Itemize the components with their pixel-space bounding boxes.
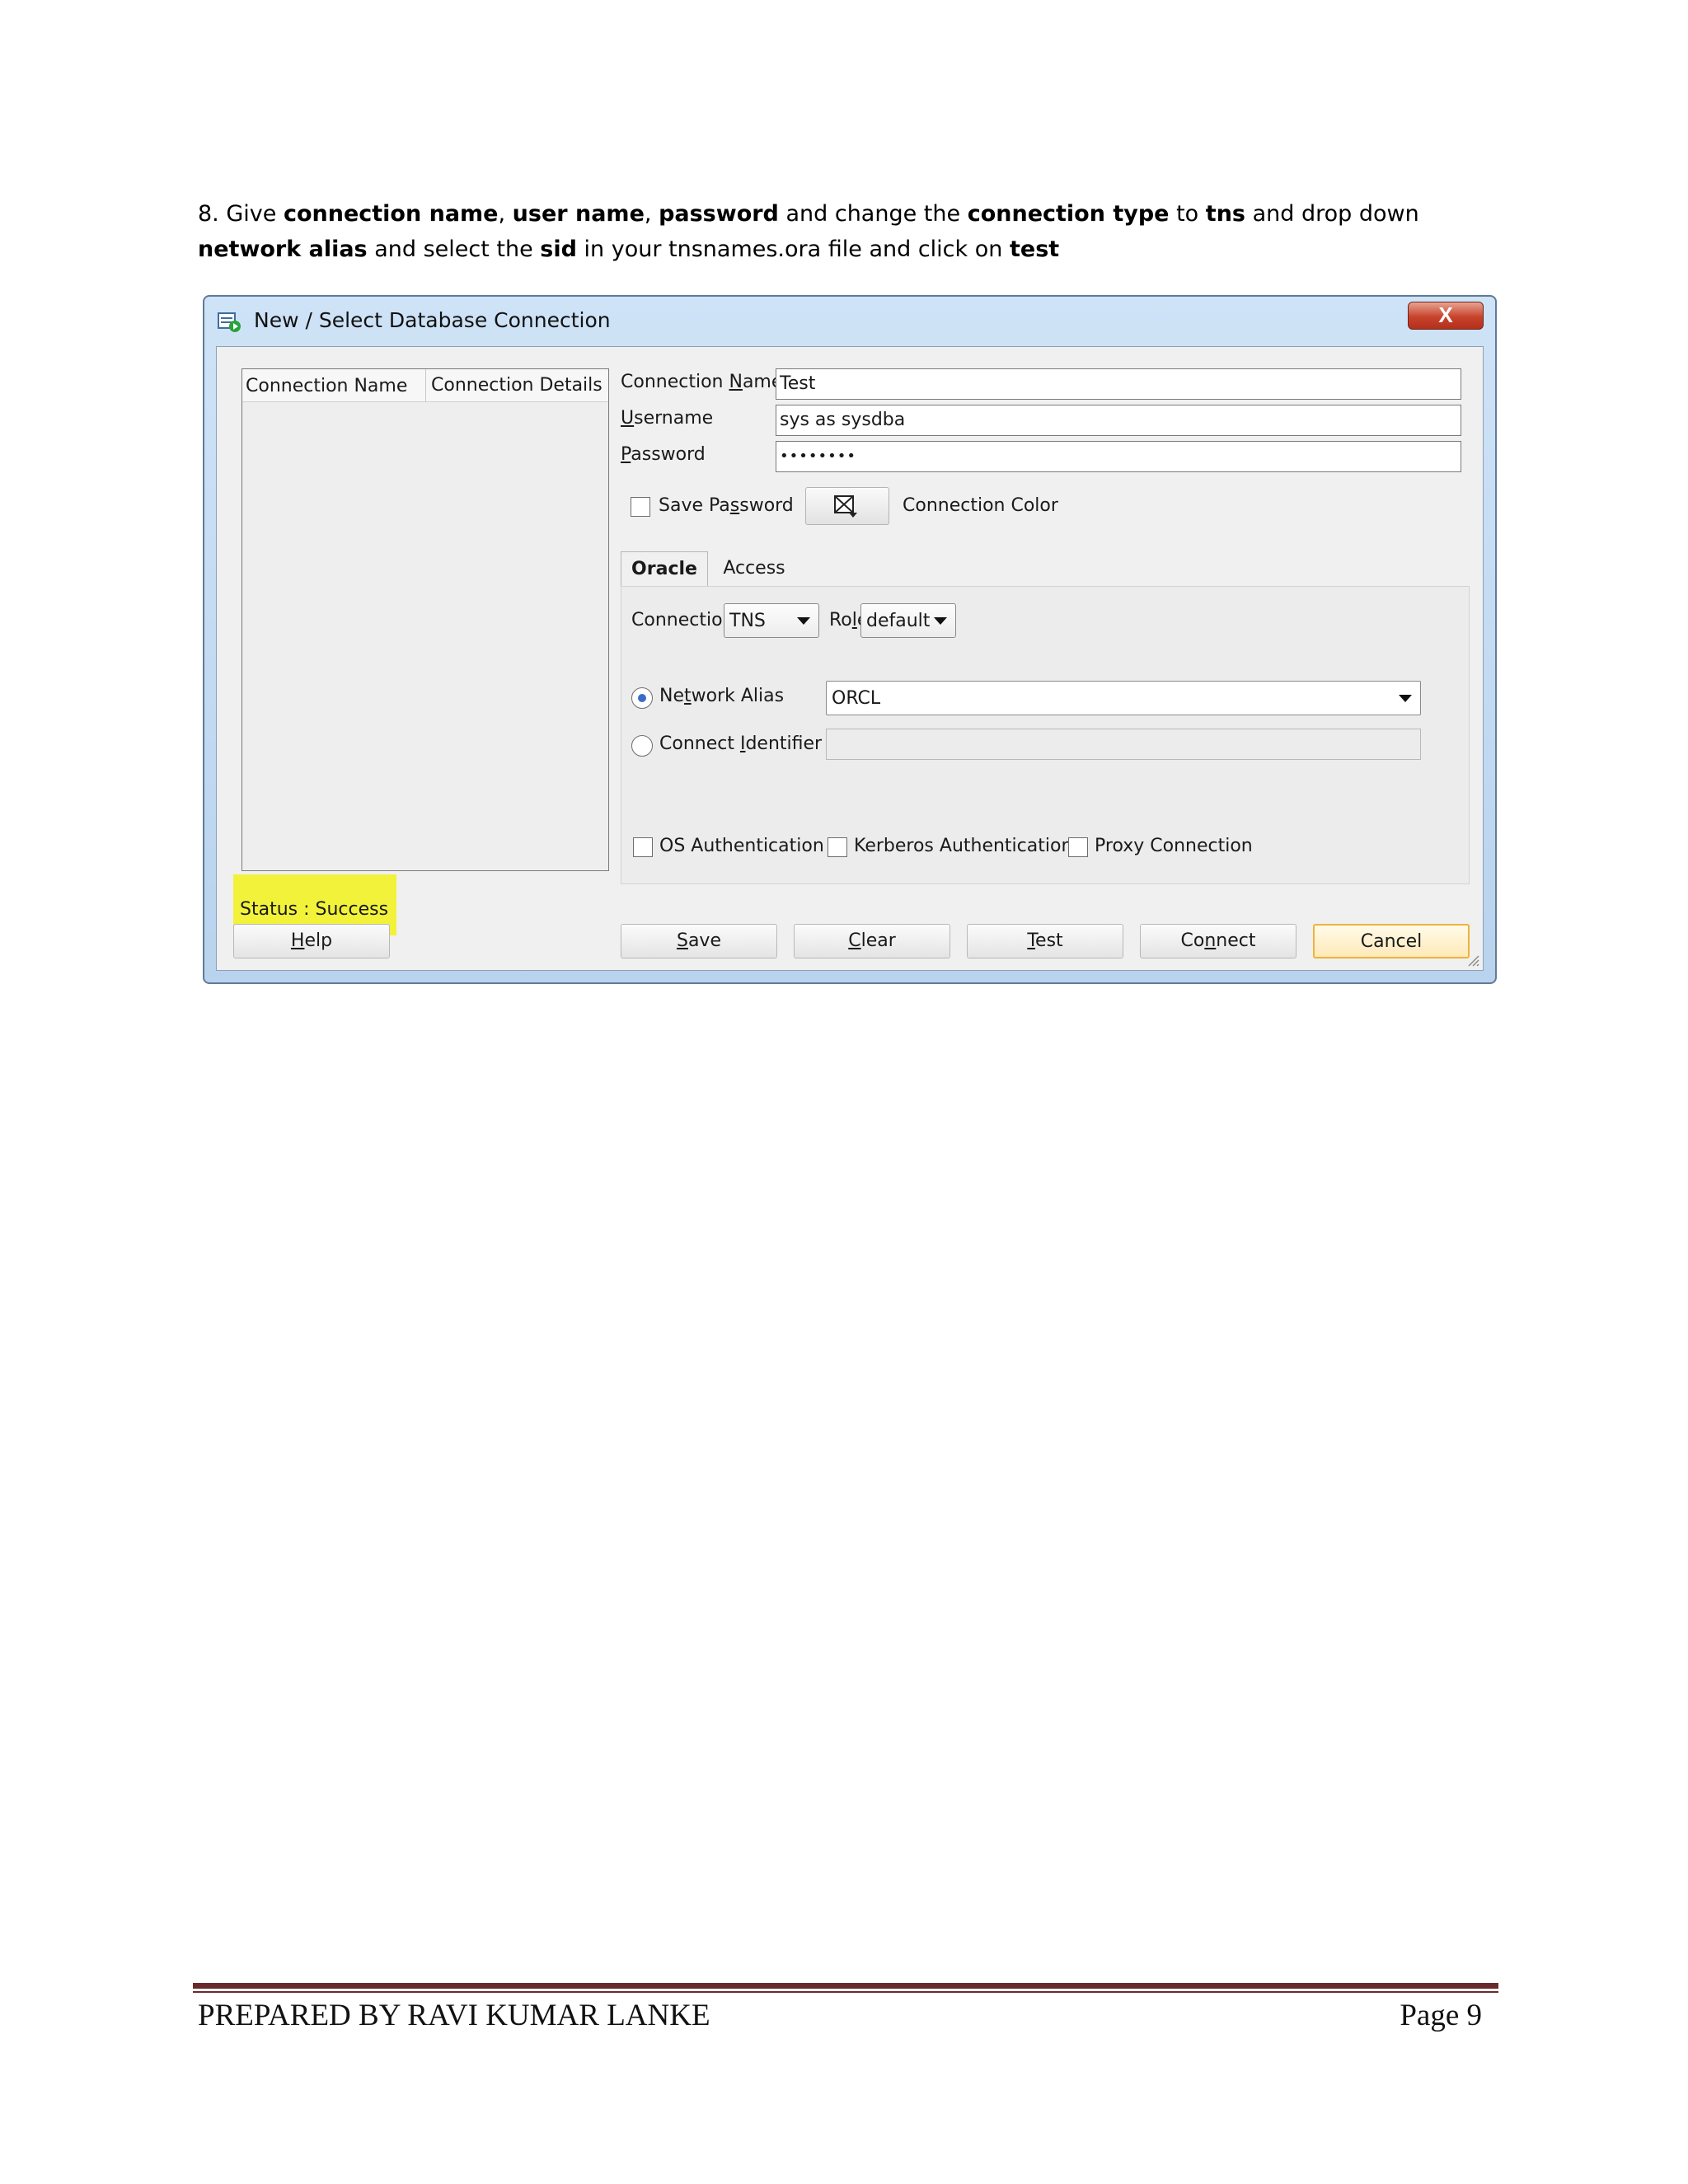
save-password-label: Save Password [659, 495, 794, 516]
status-text: Status : Success [240, 899, 389, 920]
footer-author: PREPARED BY RAVI KUMAR LANKE [198, 1999, 710, 2032]
role-select[interactable]: default [860, 603, 956, 638]
network-alias-radio[interactable] [631, 687, 653, 709]
save-password-checkbox[interactable] [631, 497, 650, 517]
close-button[interactable]: X [1408, 302, 1484, 330]
clear-button[interactable]: Clear [794, 924, 950, 958]
kerberos-authentication-label: Kerberos Authentication [854, 836, 1073, 856]
connection-color-label: Connection Color [903, 495, 1058, 516]
column-header-connection-name[interactable]: Connection Name [246, 376, 407, 396]
save-button[interactable]: Save [621, 924, 777, 958]
connection-name-field[interactable]: Test [776, 368, 1461, 400]
password-field[interactable]: •••••••• [776, 441, 1461, 472]
dialog-window: New / Select Database Connection X Conne… [203, 295, 1497, 984]
tab-access[interactable]: Access [715, 551, 794, 586]
chevron-down-icon [934, 617, 947, 625]
footer-rule [193, 1983, 1498, 1989]
password-label: Password [621, 444, 706, 465]
title-bar: New / Select Database Connection X [204, 297, 1495, 346]
dialog-client-area: Connection Name Connection Details Statu… [216, 346, 1484, 971]
network-alias-select[interactable]: ORCL [826, 681, 1421, 715]
color-picker-icon [834, 495, 857, 518]
connection-type-value: TNS [729, 611, 766, 631]
proxy-connection-label: Proxy Connection [1095, 836, 1253, 856]
footer-rule-thin [193, 1991, 1498, 1993]
resize-grip-icon[interactable] [1465, 952, 1479, 967]
connection-list[interactable]: Connection Name Connection Details [241, 368, 609, 871]
username-label: Username [621, 408, 714, 429]
connect-identifier-label: Connect Identifier [659, 733, 823, 754]
connection-color-button[interactable] [805, 487, 889, 525]
close-icon: X [1438, 302, 1453, 327]
connect-identifier-radio[interactable] [631, 735, 653, 757]
network-alias-value: ORCL [832, 688, 881, 709]
oracle-tab-panel: Connection Type TNS Role default Network… [621, 586, 1470, 884]
proxy-connection-checkbox[interactable] [1068, 837, 1088, 857]
connection-name-label: Connection Name [621, 372, 783, 392]
connect-button[interactable]: Connect [1140, 924, 1296, 958]
footer-page-number: Page 9 [1400, 1999, 1482, 2032]
network-alias-label: Network Alias [659, 686, 785, 706]
database-connection-icon [218, 312, 241, 332]
os-authentication-label: OS Authentication [659, 836, 824, 856]
connection-list-header: Connection Name Connection Details [242, 369, 608, 402]
role-value: default [866, 611, 931, 631]
connection-type-select[interactable]: TNS [724, 603, 819, 638]
dialog-title: New / Select Database Connection [254, 308, 611, 332]
username-field[interactable]: sys as sysdba [776, 405, 1461, 436]
instruction-paragraph: 8. Give connection name, user name, pass… [198, 201, 1419, 262]
chevron-down-icon [1399, 695, 1412, 702]
cancel-button[interactable]: Cancel [1313, 924, 1470, 958]
os-authentication-checkbox[interactable] [633, 837, 653, 857]
column-header-connection-details[interactable]: Connection Details [425, 369, 603, 402]
kerberos-authentication-checkbox[interactable] [828, 837, 847, 857]
chevron-down-icon [797, 617, 810, 625]
connect-identifier-field[interactable] [826, 729, 1421, 760]
tab-oracle[interactable]: Oracle [621, 551, 708, 586]
help-button[interactable]: Help [233, 924, 390, 958]
test-button[interactable]: Test [967, 924, 1123, 958]
